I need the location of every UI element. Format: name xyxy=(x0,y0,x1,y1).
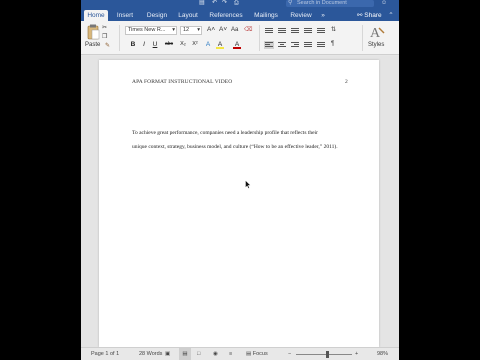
proofing-icon[interactable]: ▣ xyxy=(165,348,170,360)
search-icon: ⚲ xyxy=(288,0,293,6)
decrease-indent-icon[interactable] xyxy=(303,27,313,35)
tab-mailings[interactable]: Mailings xyxy=(251,10,281,21)
web-layout-icon[interactable]: □ xyxy=(197,348,200,360)
line-spacing-icon[interactable] xyxy=(316,41,326,49)
copy-icon[interactable]: ❐ xyxy=(102,33,107,41)
format-painter-icon[interactable]: ✎ xyxy=(105,42,110,50)
font-size-select[interactable]: 12 ▾ xyxy=(180,26,202,35)
increase-indent-icon[interactable] xyxy=(316,27,326,35)
mouse-cursor-icon xyxy=(245,180,251,189)
bullets-icon[interactable] xyxy=(264,27,274,35)
read-mode-icon[interactable]: ◉ xyxy=(213,348,218,360)
align-right-icon[interactable] xyxy=(290,41,300,49)
print-icon[interactable]: ⎙ xyxy=(234,0,239,7)
styles-icon: A xyxy=(370,26,385,41)
document-page[interactable]: APA FORMAT INSTRUCTIONAL VIDEO 2 To achi… xyxy=(99,60,379,347)
bold-button[interactable]: B xyxy=(129,40,137,49)
word-count[interactable]: 28 Words xyxy=(139,348,162,360)
clear-formatting-icon[interactable]: ⌫ xyxy=(244,26,252,34)
divider xyxy=(362,25,363,51)
multilevel-list-icon[interactable] xyxy=(290,27,300,35)
chevron-down-icon: ▾ xyxy=(197,27,200,33)
share-button[interactable]: ⚯ Share xyxy=(357,10,382,21)
account-icon[interactable]: ☺ xyxy=(381,0,387,7)
font-name-select[interactable]: Times New R... ▾ xyxy=(125,26,177,35)
highlight-button[interactable]: A xyxy=(216,40,224,49)
page-number[interactable]: 2 xyxy=(345,79,348,85)
undo-icon[interactable]: ↶ xyxy=(212,0,217,7)
body-text-line[interactable]: unique context, strategy, business model… xyxy=(132,144,338,150)
highlight-color-swatch xyxy=(216,47,224,49)
search-input[interactable]: ⚲ Search in Document xyxy=(286,0,374,7)
tab-review[interactable]: Review xyxy=(288,10,314,21)
save-icon[interactable]: ▤ xyxy=(199,0,205,7)
page-count[interactable]: Page 1 of 1 xyxy=(91,348,119,360)
shrink-font-button[interactable]: A˅ xyxy=(219,26,227,34)
document-canvas[interactable]: APA FORMAT INSTRUCTIONAL VIDEO 2 To achi… xyxy=(81,56,399,347)
tab-insert[interactable]: Insert xyxy=(113,10,137,21)
divider xyxy=(119,25,120,51)
body-text-line[interactable]: To achieve great performance, companies … xyxy=(132,130,318,136)
justify-icon[interactable] xyxy=(303,41,313,49)
ribbon-tabs: Home Insert Design Layout References Mai… xyxy=(81,8,399,21)
align-center-icon[interactable] xyxy=(277,41,287,49)
sort-icon[interactable]: ⇅ xyxy=(331,26,336,34)
font-color-swatch xyxy=(233,47,241,49)
more-tabs-icon[interactable]: » xyxy=(317,10,329,21)
redo-icon[interactable]: ↷ xyxy=(222,0,227,7)
zoom-slider[interactable] xyxy=(296,354,352,355)
tab-references[interactable]: References xyxy=(207,10,245,21)
ribbon-collapse-icon[interactable]: ⌃ xyxy=(386,10,396,21)
superscript-button[interactable]: X² xyxy=(190,40,200,49)
zoom-slider-thumb[interactable] xyxy=(325,351,329,358)
running-head[interactable]: APA FORMAT INSTRUCTIONAL VIDEO xyxy=(132,79,232,85)
zoom-in-button[interactable]: + xyxy=(355,348,358,360)
grow-font-button[interactable]: A˄ xyxy=(207,26,215,34)
outline-icon[interactable]: ≡ xyxy=(229,348,232,360)
italic-button[interactable]: I xyxy=(140,40,148,49)
tab-layout[interactable]: Layout xyxy=(175,10,201,21)
tab-design[interactable]: Design xyxy=(143,10,171,21)
ribbon-home: Paste ✂ ❐ ✎ Times New R... ▾ 12 ▾ A˄ A˅ … xyxy=(81,21,399,55)
paragraph-mark-icon[interactable]: ¶ xyxy=(331,40,334,48)
align-left-icon[interactable] xyxy=(264,41,274,49)
title-bar: ▤ ↶ ↷ ⎙ ⚲ Search in Document ☺ xyxy=(81,0,399,8)
share-icon: ⚯ xyxy=(357,12,363,19)
chevron-down-icon: ▾ xyxy=(172,27,175,33)
text-effects-button[interactable]: A xyxy=(204,40,212,49)
underline-button[interactable]: U xyxy=(151,40,159,49)
divider xyxy=(259,25,260,51)
zoom-level[interactable]: 98% xyxy=(377,348,388,360)
clipboard-icon xyxy=(87,24,100,40)
styles-button[interactable]: A xyxy=(369,24,385,41)
focus-button[interactable]: ▤ Focus xyxy=(246,348,268,360)
status-bar: Page 1 of 1 28 Words ▣ ▤ □ ◉ ≡ ▤ Focus −… xyxy=(81,347,399,360)
print-layout-icon[interactable]: ▤ xyxy=(179,348,191,360)
styles-label: Styles xyxy=(368,42,385,48)
numbering-icon[interactable] xyxy=(277,27,287,35)
paste-button[interactable] xyxy=(86,24,100,40)
paste-label: Paste xyxy=(85,42,101,48)
font-color-button[interactable]: A xyxy=(233,40,241,49)
zoom-out-button[interactable]: − xyxy=(288,348,291,360)
focus-icon: ▤ xyxy=(246,351,252,357)
strikethrough-button[interactable]: abc xyxy=(163,40,175,49)
tab-home[interactable]: Home xyxy=(84,10,108,21)
cut-icon[interactable]: ✂ xyxy=(102,24,107,32)
subscript-button[interactable]: X₂ xyxy=(178,40,188,49)
word-window: ▤ ↶ ↷ ⎙ ⚲ Search in Document ☺ Home Inse… xyxy=(81,0,399,360)
change-case-button[interactable]: Aa xyxy=(231,26,238,34)
